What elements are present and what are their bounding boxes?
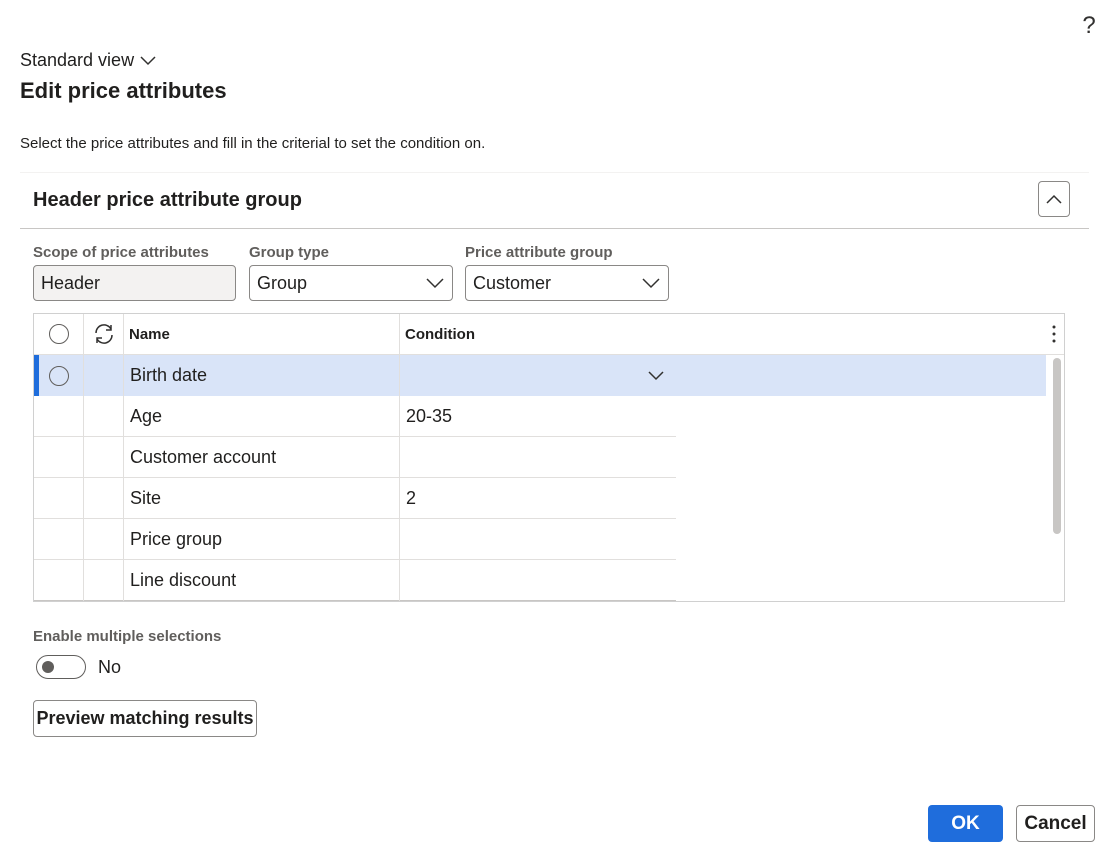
refresh-icon[interactable]: [92, 323, 116, 345]
row-select-radio[interactable]: [49, 365, 69, 386]
row-condition[interactable]: 20-35: [406, 396, 676, 437]
price-attribute-group-value: Customer: [473, 272, 552, 293]
refresh-cell[interactable]: [84, 314, 124, 354]
view-selector[interactable]: Standard view: [20, 50, 156, 71]
ok-button[interactable]: OK: [928, 805, 1003, 842]
row-condition[interactable]: [406, 437, 676, 478]
price-attribute-group-select[interactable]: Customer: [465, 265, 669, 301]
price-attribute-group-label: Price attribute group: [465, 244, 613, 261]
table-row[interactable]: Birth date: [34, 355, 1046, 396]
row-condition[interactable]: [406, 519, 676, 560]
condition-dropdown[interactable]: [646, 355, 666, 396]
row-divider: [34, 600, 676, 601]
table-row[interactable]: Price group: [34, 519, 676, 560]
multiple-selections-toggle[interactable]: [36, 655, 86, 679]
divider: [20, 172, 1089, 173]
instruction-text: Select the price attributes and fill in …: [20, 135, 486, 152]
row-name: Line discount: [130, 570, 237, 590]
section-title: Header price attribute group: [33, 189, 302, 211]
help-icon[interactable]: ?: [1079, 12, 1099, 40]
group-type-value: Group: [257, 272, 308, 293]
preview-matching-results-button[interactable]: Preview matching results: [33, 700, 257, 737]
row-name: Birth date: [130, 365, 208, 385]
toggle-knob: [42, 661, 54, 673]
scope-field: Header: [33, 265, 236, 301]
toggle-state-text: No: [98, 657, 122, 677]
cancel-button[interactable]: Cancel: [1016, 805, 1095, 842]
scope-label: Scope of price attributes: [33, 244, 209, 261]
scope-value: Header: [41, 272, 101, 293]
column-header-name[interactable]: Name: [129, 314, 399, 354]
view-selector-label: Standard view: [20, 50, 135, 70]
row-name: Price group: [130, 529, 223, 549]
column-divider: [399, 314, 400, 601]
row-name: Age: [130, 406, 163, 426]
page-title: Edit price attributes: [20, 78, 227, 103]
row-name: Customer account: [130, 447, 277, 467]
group-type-label: Group type: [249, 244, 330, 261]
table-row[interactable]: Age 20-35: [34, 396, 676, 437]
group-type-select[interactable]: Group: [249, 265, 453, 301]
table-row[interactable]: Line discount: [34, 560, 676, 601]
price-attributes-grid: Name Condition Birth date Age 20-35 Cust…: [33, 313, 1065, 602]
chevron-up-icon: [1046, 194, 1062, 204]
table-row[interactable]: Site 2: [34, 478, 676, 519]
chevron-down-icon: [140, 55, 156, 65]
multiple-selections-label: Enable multiple selections: [33, 628, 222, 645]
select-all-radio[interactable]: [49, 324, 69, 344]
column-header-condition[interactable]: Condition: [405, 314, 675, 354]
table-row[interactable]: Customer account: [34, 437, 676, 478]
select-all-cell[interactable]: [34, 314, 84, 354]
row-condition[interactable]: [406, 560, 676, 601]
chevron-down-icon: [642, 278, 660, 289]
vertical-scrollbar[interactable]: [1053, 358, 1061, 534]
row-condition[interactable]: [406, 355, 646, 396]
column-divider: [123, 314, 124, 601]
section-divider: [20, 228, 1089, 229]
chevron-down-icon: [426, 278, 444, 289]
grid-header-row: Name Condition: [34, 314, 1064, 354]
collapse-section-button[interactable]: [1038, 181, 1070, 217]
chevron-down-icon: [648, 370, 664, 380]
column-divider: [83, 314, 84, 601]
row-name: Site: [130, 488, 162, 508]
row-select-cell[interactable]: [34, 355, 84, 396]
more-options-icon[interactable]: [1044, 314, 1064, 354]
row-condition[interactable]: 2: [406, 478, 676, 519]
